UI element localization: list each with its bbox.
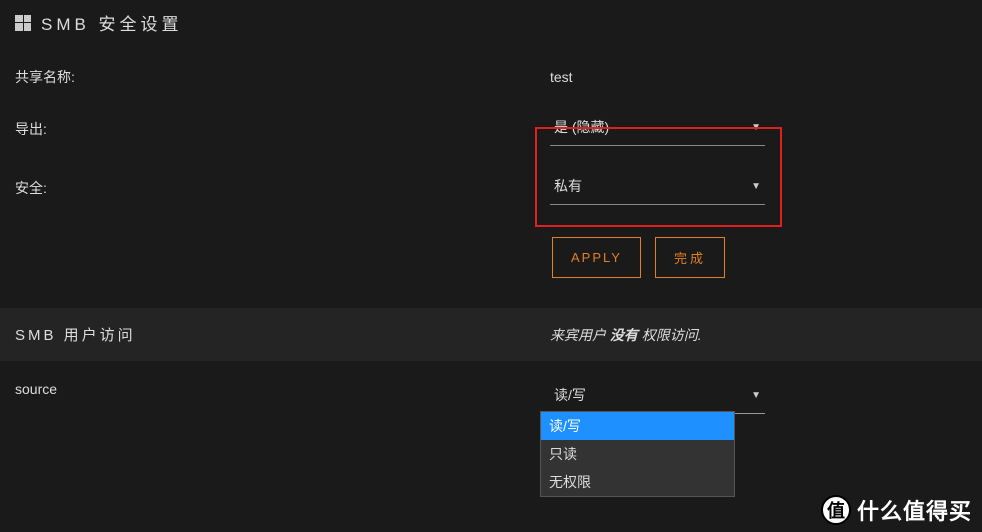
- source-dropdown-list: 读/写 只读 无权限: [540, 411, 735, 497]
- user-access-title: SMB 用户访问: [15, 324, 550, 345]
- source-option-noaccess[interactable]: 无权限: [541, 468, 734, 496]
- source-selected[interactable]: 读/写 ▼: [550, 381, 765, 414]
- watermark-badge: 值: [821, 495, 851, 525]
- source-option-readwrite[interactable]: 读/写: [541, 412, 734, 440]
- share-name-label: 共享名称:: [15, 67, 550, 87]
- button-row: APPLY 完成: [552, 217, 982, 308]
- share-name-value: test: [550, 69, 967, 85]
- watermark-text: 什么值得买: [857, 494, 972, 526]
- security-row: 安全: 私有 ▼: [15, 158, 967, 217]
- source-row: source 读/写 ▼ 读/写 只读 无权限: [0, 361, 982, 426]
- security-label: 安全:: [15, 178, 550, 198]
- user-access-note: 来宾用户 没有 权限访问.: [550, 325, 702, 345]
- security-selected-text: 私有: [554, 176, 582, 196]
- user-access-band: SMB 用户访问 来宾用户 没有 权限访问.: [0, 308, 982, 361]
- caret-down-icon: ▼: [751, 181, 761, 192]
- caret-down-icon: ▼: [751, 122, 761, 133]
- export-row: 导出: 是 (隐藏) ▼: [15, 99, 967, 158]
- source-option-readonly[interactable]: 只读: [541, 440, 734, 468]
- apply-button[interactable]: APPLY: [552, 237, 641, 278]
- settings-section: 共享名称: test 导出: 是 (隐藏) ▼ 安全: 私有 ▼: [0, 55, 982, 217]
- export-selected-text: 是 (隐藏): [554, 117, 609, 137]
- source-select[interactable]: 读/写 ▼ 读/写 只读 无权限: [550, 381, 765, 414]
- share-name-row: 共享名称: test: [15, 55, 967, 99]
- security-select[interactable]: 私有 ▼: [550, 170, 765, 205]
- export-label: 导出:: [15, 119, 550, 139]
- source-label: source: [15, 381, 550, 397]
- export-select[interactable]: 是 (隐藏) ▼: [550, 111, 765, 146]
- done-button[interactable]: 完成: [655, 237, 725, 278]
- page-title: SMB 安全设置: [41, 10, 183, 35]
- windows-icon: [15, 15, 31, 31]
- watermark: 值 什么值得买: [821, 494, 972, 526]
- caret-down-icon: ▼: [751, 390, 761, 401]
- source-selected-text: 读/写: [554, 385, 586, 405]
- header-bar: SMB 安全设置: [0, 0, 982, 55]
